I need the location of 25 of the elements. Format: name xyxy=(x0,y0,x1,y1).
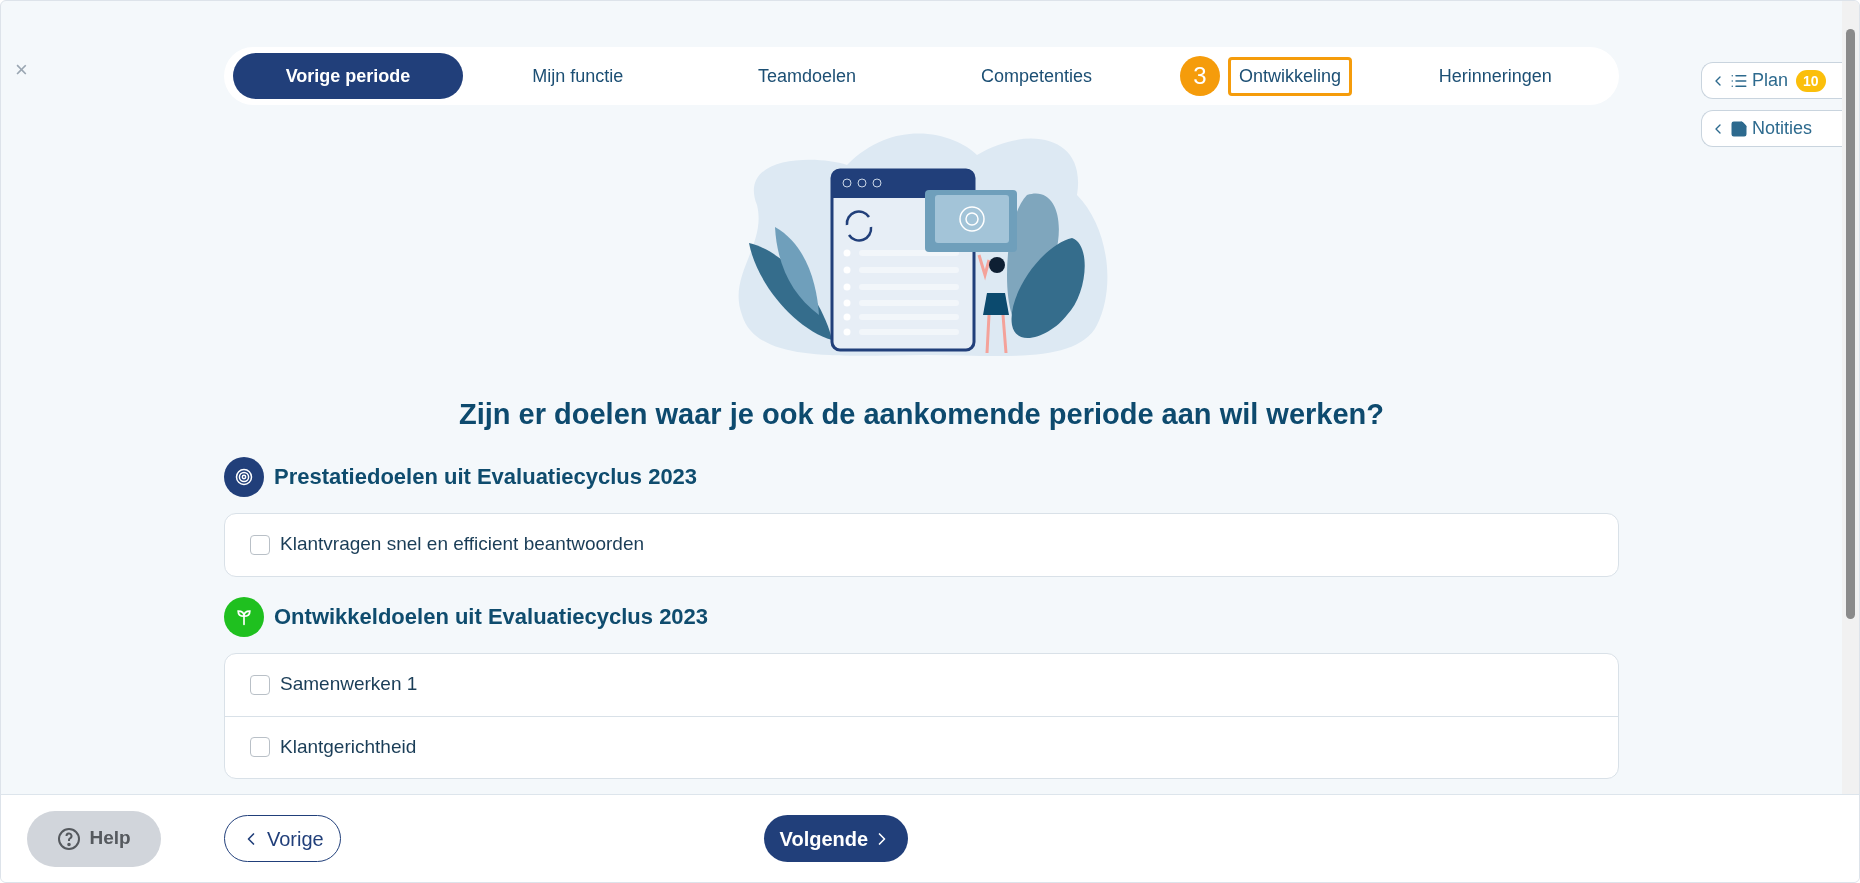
tab[interactable]: Vorige periode xyxy=(233,53,463,99)
section-heading: Prestatiedoelen uit Evaluatiecyclus 2023 xyxy=(274,463,698,491)
plan-panel-button[interactable]: Plan 10 xyxy=(1701,62,1842,99)
checkbox[interactable] xyxy=(250,534,270,555)
tab[interactable]: Ontwikkeling xyxy=(1227,56,1352,96)
previous-button[interactable]: Vorige xyxy=(224,815,341,862)
count-badge: 10 xyxy=(1796,69,1826,92)
target-icon xyxy=(234,466,254,487)
tab[interactable]: Herinneringen xyxy=(1438,62,1552,90)
note-icon xyxy=(1730,119,1748,138)
help-button[interactable]: Help xyxy=(27,810,161,867)
help-icon xyxy=(57,826,82,851)
tab[interactable]: Teamdoelen xyxy=(758,62,857,90)
checkbox[interactable] xyxy=(250,674,270,695)
tab[interactable]: Competenties xyxy=(981,62,1093,90)
tab[interactable]: Mijn functie xyxy=(532,62,624,90)
next-button[interactable]: Volgende xyxy=(763,815,909,862)
question-heading: Zijn er doelen waar je ook de aankomende periode aan wil werken? xyxy=(457,397,1386,432)
notes-panel-button[interactable]: Notities xyxy=(1701,110,1842,147)
checkbox[interactable] xyxy=(250,737,270,757)
tour-step-marker: 3 xyxy=(1179,56,1220,96)
section-heading: Ontwikkeldoelen uit Evaluatiecyclus 2023 xyxy=(274,603,709,631)
goal-label: Klantvragen snel en efficient beantwoorden xyxy=(280,532,645,557)
goal-label: Klantgerichtheid xyxy=(280,734,417,759)
goal-label: Samenwerken 1 xyxy=(280,672,418,697)
